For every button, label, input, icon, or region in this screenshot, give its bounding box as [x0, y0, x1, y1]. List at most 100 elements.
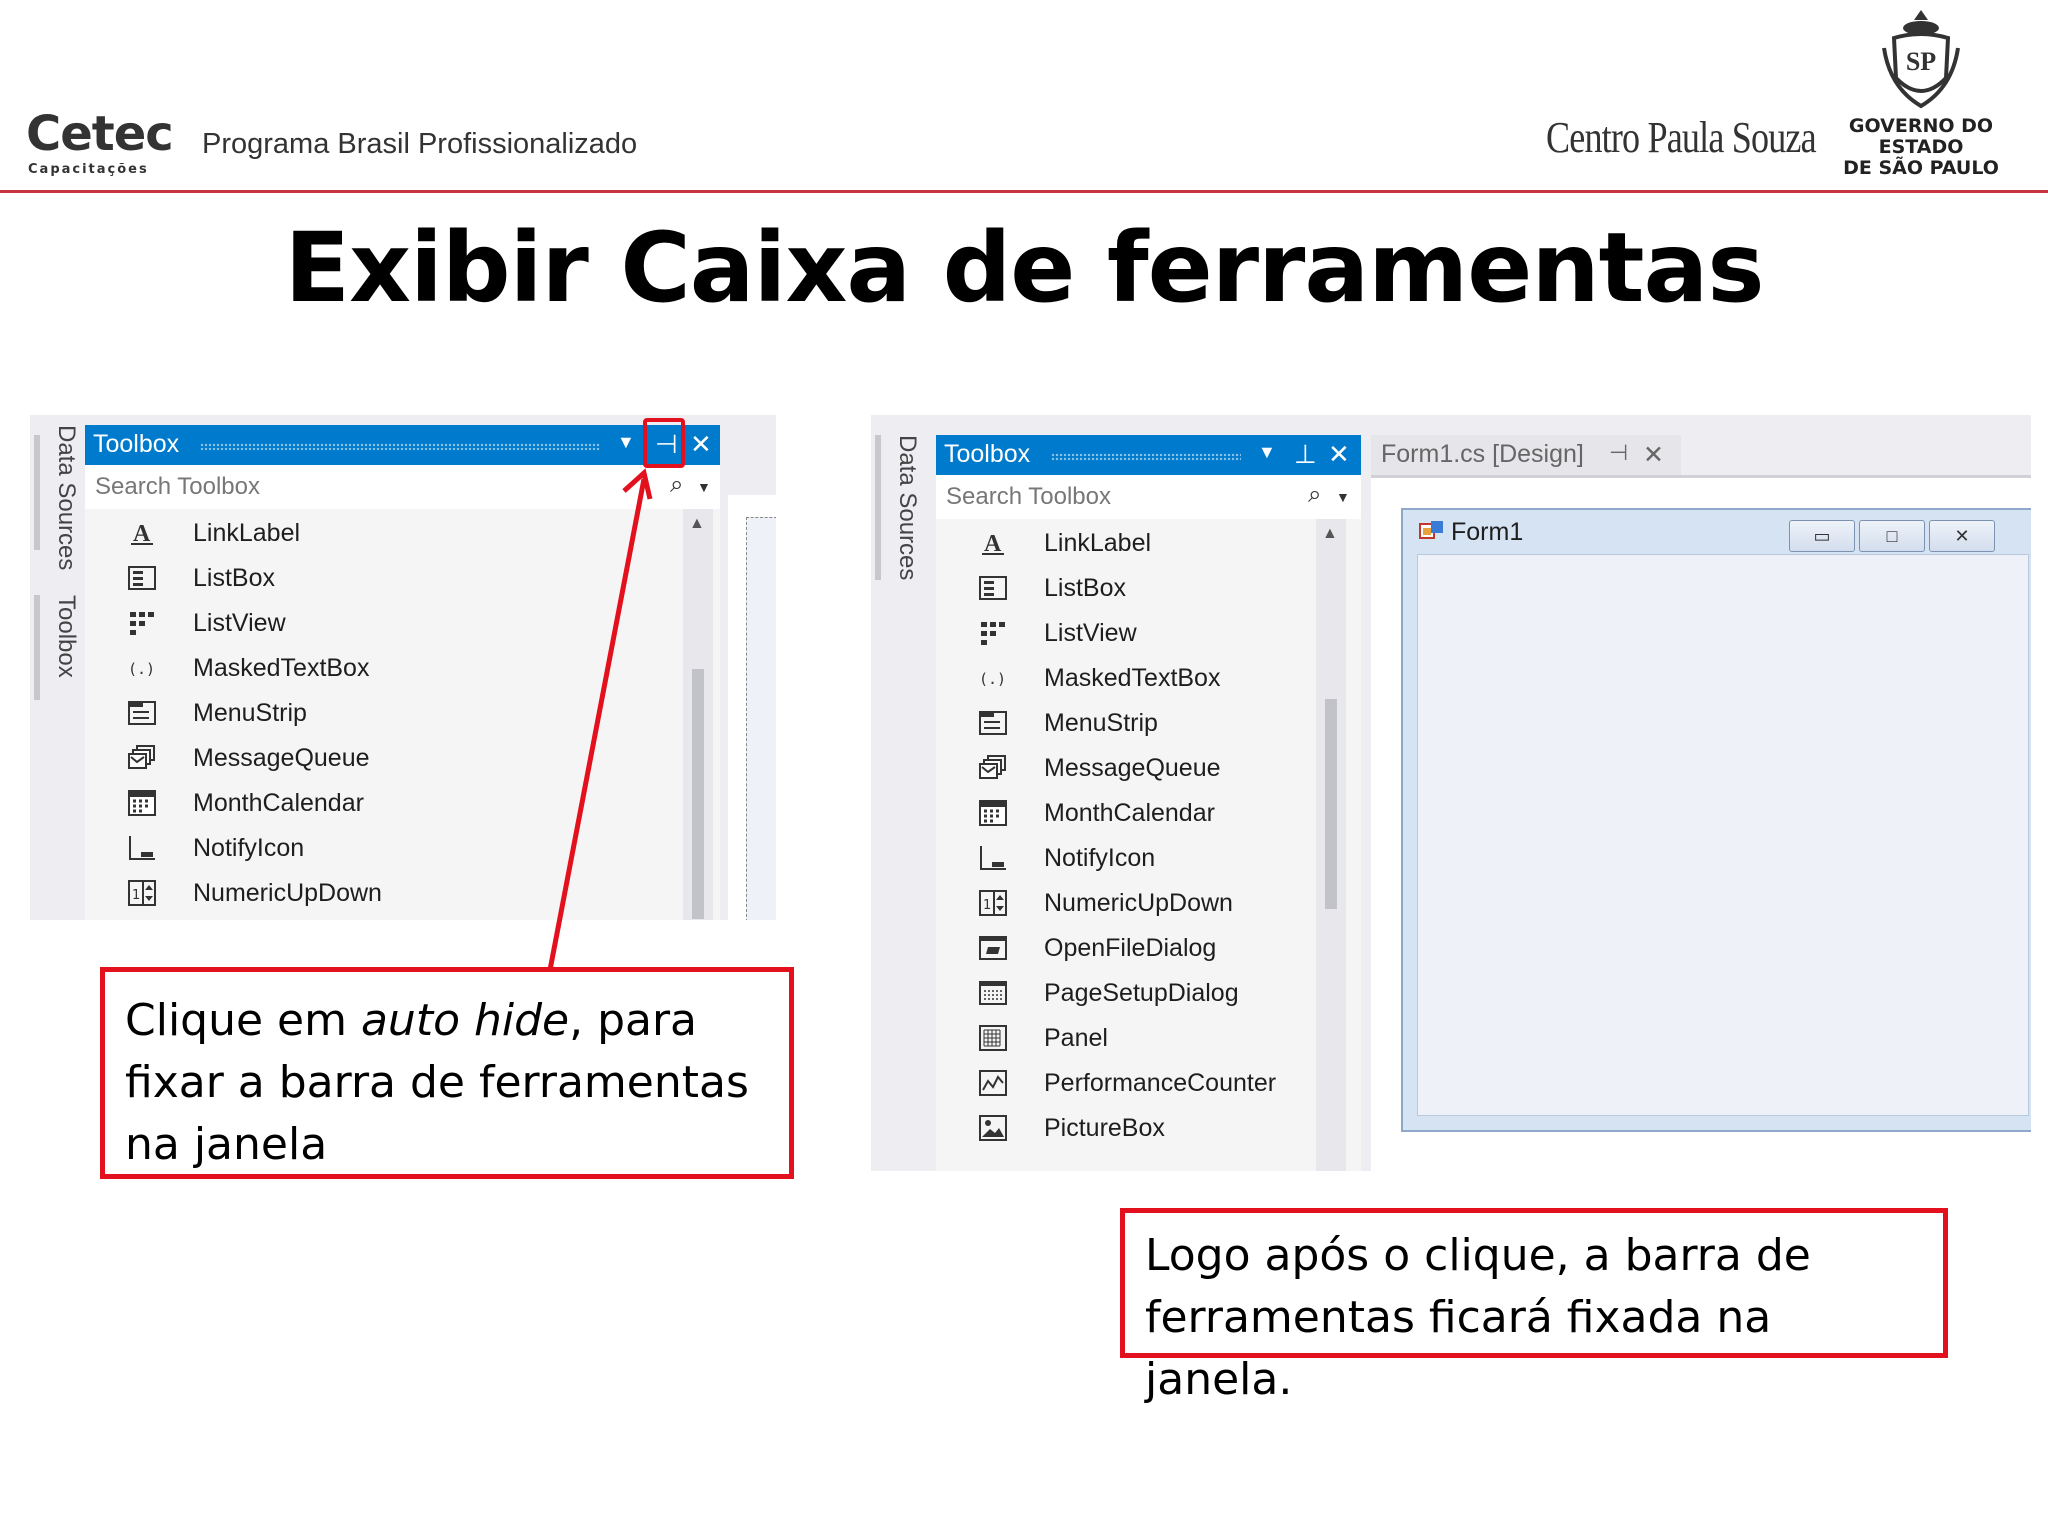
svg-text:1: 1 — [132, 888, 140, 903]
pinned-icon[interactable]: ⊥ — [1294, 441, 1317, 467]
toolbox-scrollbar[interactable]: ▲ — [1316, 519, 1346, 1171]
tab-pin-icon[interactable]: ⊣ — [1609, 440, 1628, 466]
svg-text:SP: SP — [1906, 47, 1936, 76]
toolbox-item-menustrip[interactable]: MenuStrip — [936, 703, 1316, 747]
notifyicon-icon — [980, 846, 1006, 870]
government-logo: GOVERNO DO ESTADO DE SÃO PAULO — [1810, 116, 2032, 179]
toolbox-item-performancecounter[interactable]: PerformanceCounter — [936, 1063, 1316, 1107]
toolbox-item-label: PictureBox — [1044, 1114, 1165, 1142]
side-tab-toolbox[interactable]: Toolbox — [52, 595, 80, 678]
notifyicon-icon — [129, 836, 155, 860]
dropdown-arrow-icon[interactable]: ▼ — [617, 433, 635, 451]
picturebox-icon — [979, 1115, 1007, 1141]
toolbox-title-bar: Toolbox ▼ ⊥ ✕ — [936, 435, 1361, 475]
toolbox-item-label: MenuStrip — [1044, 709, 1158, 737]
close-icon[interactable]: ✕ — [1328, 441, 1350, 467]
toolbox-item-label: NumericUpDown — [193, 879, 382, 907]
toolbox-scrollbar[interactable]: ▲ — [683, 509, 713, 920]
toolbox-item-label: MaskedTextBox — [1044, 664, 1221, 692]
toolbox-item-label: Panel — [1044, 1024, 1108, 1052]
callout-auto-hide: Clique em auto hide, para fixar a barra … — [100, 967, 794, 1179]
listview-icon — [130, 612, 154, 635]
maskedtextbox-icon: (.)- — [979, 670, 1008, 688]
search-options-icon[interactable]: ▼ — [1336, 489, 1350, 505]
search-box[interactable]: Search Toolbox ⌕ ▼ — [936, 475, 1361, 519]
maximize-icon[interactable]: □ — [1859, 520, 1925, 552]
side-tab-data-sources[interactable]: Data Sources — [52, 425, 80, 570]
linklabel-icon: A — [982, 531, 1004, 557]
search-options-icon[interactable]: ▼ — [697, 479, 711, 495]
toolbox-item-label: MonthCalendar — [1044, 799, 1215, 827]
centro-paula-souza-logo: Centro Paula Souza — [1546, 113, 1817, 162]
toolbox-item-label: NotifyIcon — [1044, 844, 1156, 872]
numericupdown-icon: 1 — [128, 880, 156, 906]
cetec-logo: Cetec — [26, 106, 174, 162]
toolbox-item-label: MessageQueue — [1044, 754, 1221, 782]
scrollbar-thumb[interactable] — [692, 669, 704, 919]
form-icon — [1419, 521, 1443, 539]
toolbox-item-label: ListBox — [1044, 574, 1126, 602]
openfiledialog-icon — [979, 936, 1007, 960]
toolbox-item-openfiledialog[interactable]: OpenFileDialog — [936, 928, 1316, 972]
close-icon[interactable]: ✕ — [690, 431, 712, 457]
toolbox-item-messagequeue[interactable]: MessageQueue — [936, 748, 1316, 792]
toolbox-item-label: PageSetupDialog — [1044, 979, 1239, 1007]
toolbox-item-label: MonthCalendar — [193, 789, 364, 817]
window-close-icon[interactable]: ✕ — [1929, 520, 1995, 552]
svg-text:(.)-: (.)- — [128, 660, 157, 678]
menustrip-icon — [128, 701, 156, 725]
side-tab-data-sources[interactable]: Data Sources — [893, 435, 921, 580]
toolbox-item-label: OpenFileDialog — [1044, 934, 1217, 962]
listview-icon — [981, 622, 1005, 645]
monthcalendar-icon — [128, 790, 156, 816]
toolbox-item-picturebox[interactable]: PictureBox — [936, 1108, 1316, 1152]
callout-result-text: Logo após o clique, a barra de ferrament… — [1145, 1230, 1811, 1405]
toolbox-item-listview[interactable]: ListView — [936, 613, 1316, 657]
toolbox-title: Toolbox — [93, 430, 180, 458]
callout-text-italic: auto hide — [360, 995, 570, 1046]
minimize-icon[interactable]: ▭ — [1789, 520, 1855, 552]
slide-title: Exibir Caixa de ferramentas — [284, 212, 1765, 324]
scroll-up-arrow-icon[interactable]: ▲ — [1322, 525, 1338, 543]
form1-client-area[interactable] — [1417, 554, 2029, 1116]
toolbox-item-monthcalendar[interactable]: MonthCalendar — [936, 793, 1316, 837]
maskedtextbox-icon: (.)- — [128, 660, 157, 678]
government-line-1: GOVERNO DO ESTADO — [1848, 115, 1994, 158]
toolbox-item-maskedtextbox[interactable]: (.)- MaskedTextBox — [936, 658, 1316, 702]
designer-edge — [728, 495, 776, 920]
document-tab-label: Form1.cs [Design] — [1381, 440, 1584, 468]
listbox-icon — [128, 566, 156, 590]
right-screenshot: Data Sources Toolbox ▼ ⊥ ✕ Search Toolbo… — [871, 415, 2031, 1171]
performancecounter-icon — [979, 1070, 1007, 1096]
dropdown-arrow-icon[interactable]: ▼ — [1258, 443, 1276, 461]
toolbox-item-notifyicon[interactable]: NotifyIcon — [936, 838, 1316, 882]
toolbox-item-panel[interactable]: Panel — [936, 1018, 1316, 1062]
monthcalendar-icon — [979, 800, 1007, 826]
toolbox-item-label: MenuStrip — [193, 699, 307, 727]
title-grip — [200, 443, 600, 451]
form1-window[interactable]: Form1 ▭ □ ✕ — [1401, 508, 2031, 1132]
toolbox-item-listbox[interactable]: ListBox — [936, 568, 1316, 612]
listbox-icon — [979, 576, 1007, 600]
toolbox-item-numericupdown[interactable]: 1 NumericUpDown — [936, 883, 1316, 927]
search-icon[interactable]: ⌕ — [670, 471, 683, 499]
search-icon[interactable]: ⌕ — [1308, 481, 1321, 509]
side-tab-bar — [34, 435, 40, 550]
program-name: Programa Brasil Profissionalizado — [202, 128, 638, 160]
form1-title: Form1 — [1451, 518, 1524, 546]
search-placeholder: Search Toolbox — [95, 473, 260, 500]
scroll-up-arrow-icon[interactable]: ▲ — [689, 515, 705, 533]
header-divider — [0, 190, 2048, 193]
scrollbar-thumb[interactable] — [1325, 699, 1337, 909]
toolbox-item-pagesetupdialog[interactable]: PageSetupDialog — [936, 973, 1316, 1017]
toolbox-item-label: MessageQueue — [193, 744, 370, 772]
side-tab-bar — [875, 435, 881, 580]
tab-close-icon[interactable]: ✕ — [1643, 440, 1664, 470]
toolbox-item-linklabel[interactable]: A LinkLabel — [936, 523, 1316, 567]
document-tab[interactable]: Form1.cs [Design] ⊣ ✕ — [1371, 435, 1681, 475]
linklabel-icon: A — [131, 521, 153, 547]
messagequeue-icon — [128, 745, 155, 769]
toolbox-title-bar: Toolbox ▼ ⊣ ✕ — [85, 425, 720, 465]
toolbox-item-label: ListView — [1044, 619, 1137, 647]
sao-paulo-seal-icon: SP — [1882, 10, 1960, 109]
